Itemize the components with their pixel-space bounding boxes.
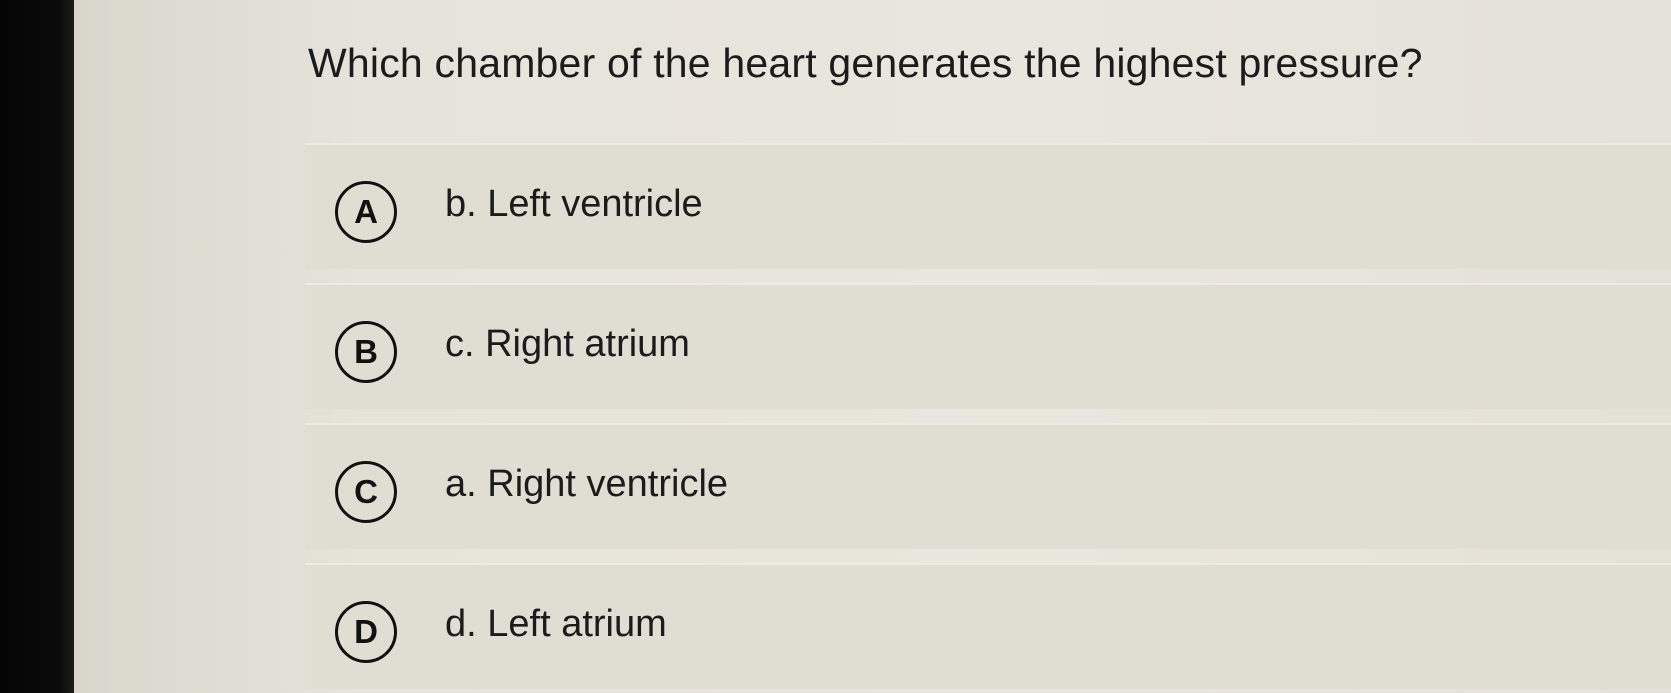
question-text: Which chamber of the heart generates the… — [308, 40, 1423, 86]
option-d-letter-badge: D — [335, 601, 397, 663]
option-d-label: d. Left atrium — [445, 603, 667, 645]
option-b-label: c. Right atrium — [445, 323, 690, 365]
option-a-label: b. Left ventricle — [445, 183, 703, 225]
option-a-letter-badge: A — [335, 181, 397, 243]
monitor-bezel — [0, 0, 74, 693]
option-b[interactable]: B c. Right atrium — [305, 283, 1671, 409]
option-b-letter-badge: B — [335, 321, 397, 383]
option-a[interactable]: A b. Left ventricle — [305, 143, 1671, 269]
option-d[interactable]: D d. Left atrium — [305, 563, 1671, 689]
answer-options: A b. Left ventricle B c. Right atrium C … — [305, 143, 1671, 689]
option-c-letter-badge: C — [335, 461, 397, 523]
option-c-label: a. Right ventricle — [445, 463, 729, 505]
option-c[interactable]: C a. Right ventricle — [305, 423, 1671, 549]
